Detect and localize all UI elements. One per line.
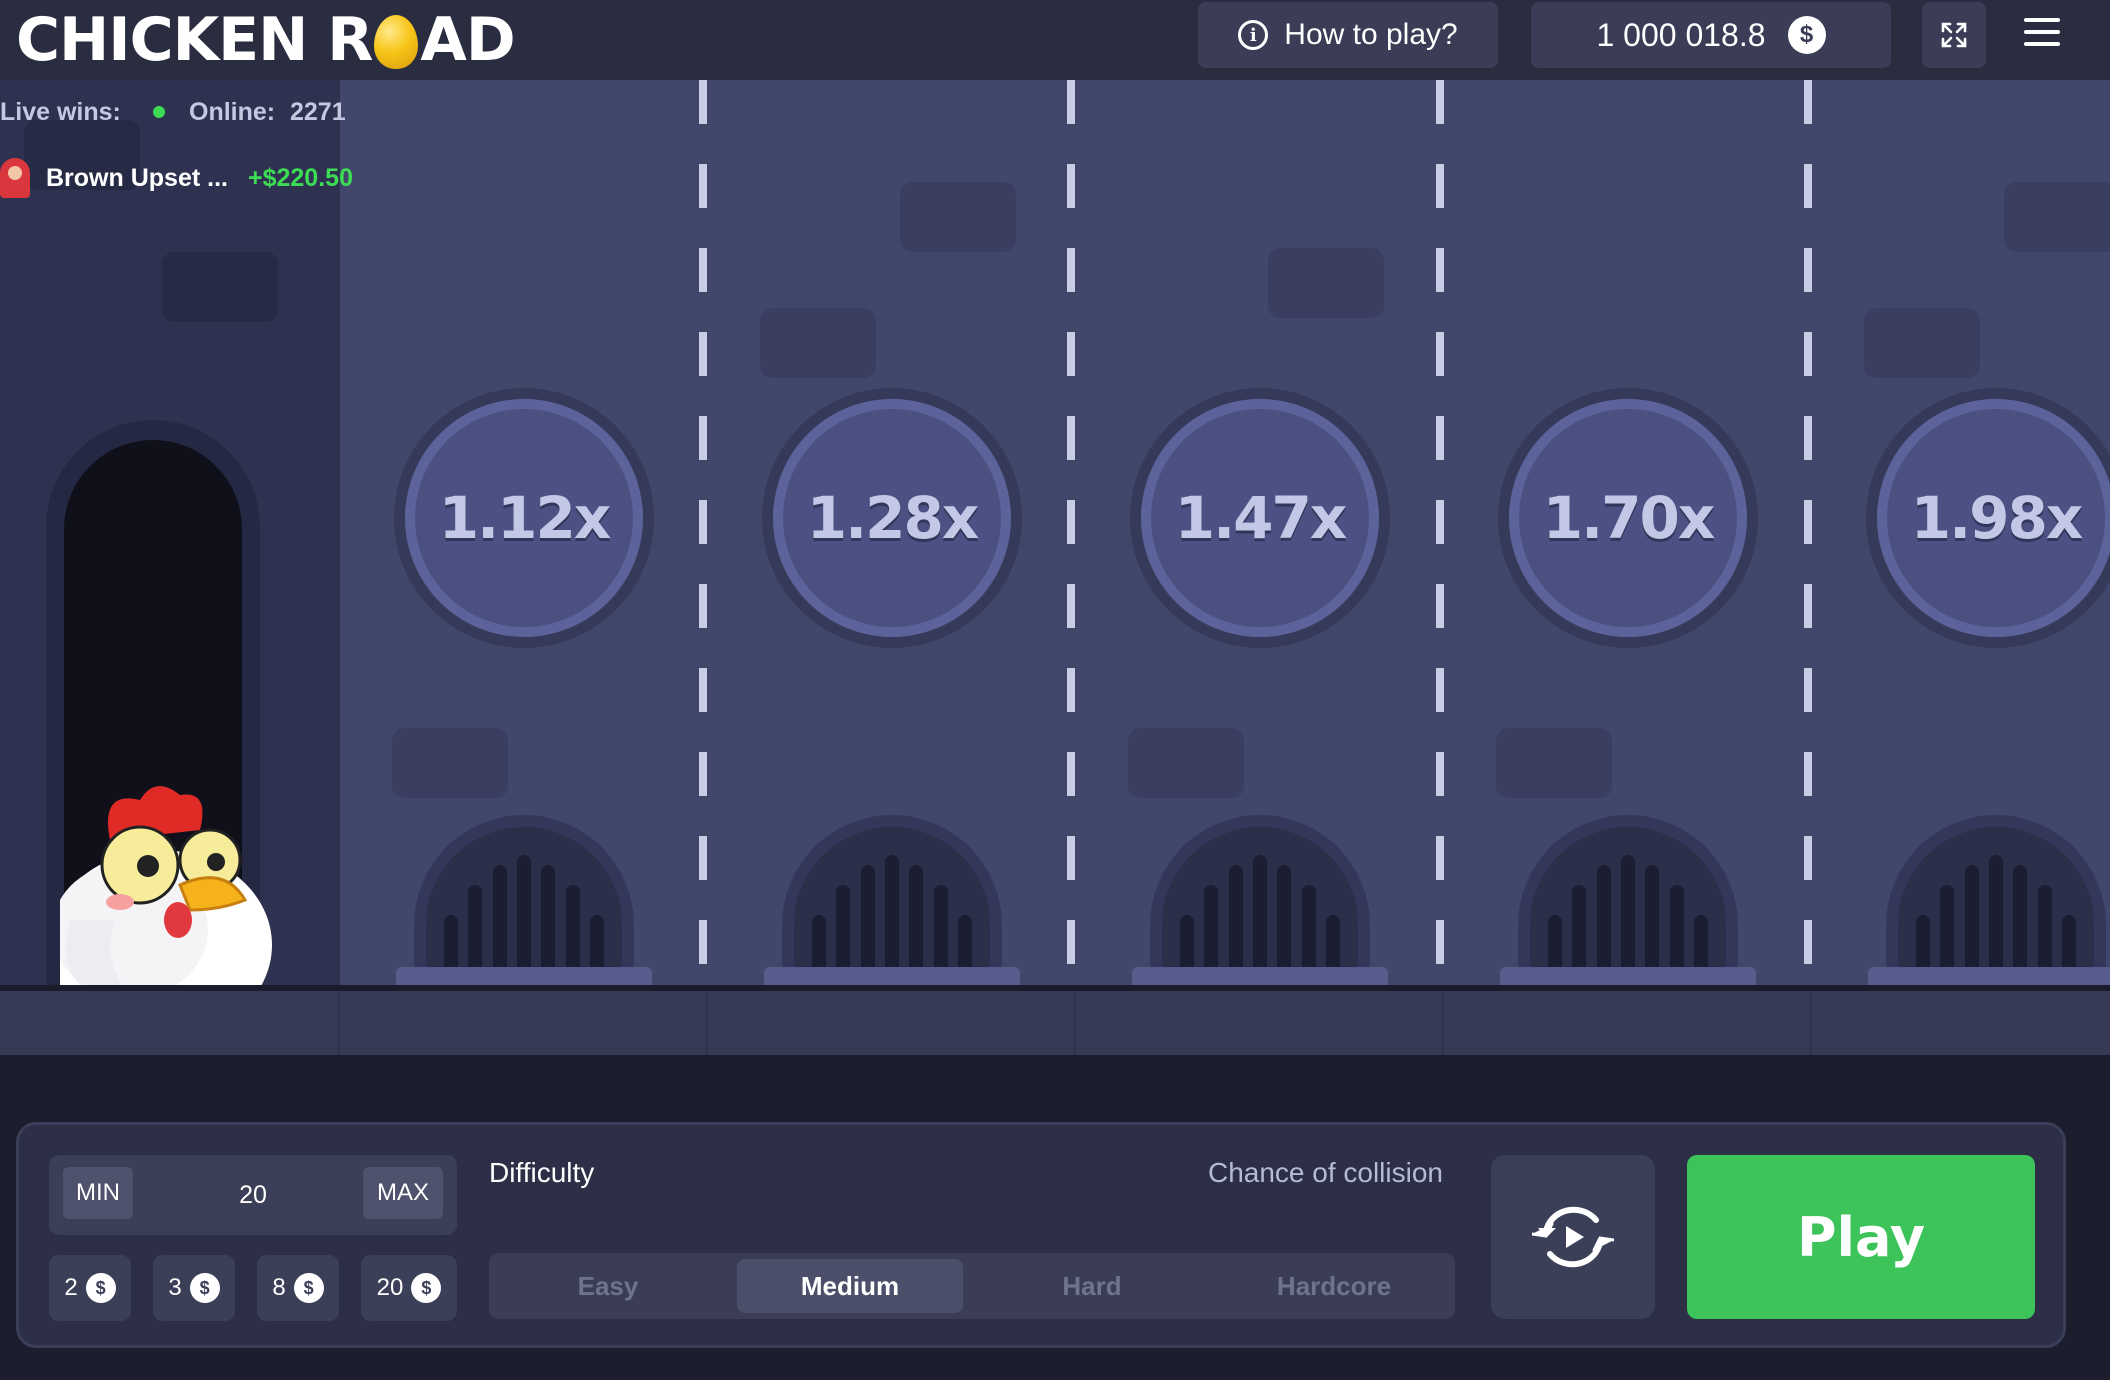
win-player-name: Brown Upset ... [46, 164, 228, 192]
lane-divider [1804, 80, 1812, 985]
lane-divider [1067, 80, 1075, 985]
info-icon: i [1238, 20, 1269, 50]
quick-bet-20[interactable]: 20 $ [361, 1255, 457, 1321]
road-edge [0, 985, 2110, 1055]
game-board: Live wins: Online: 2271 Brown Upset ... … [0, 80, 2110, 985]
balance-display: 1 000 018.8 $ [1531, 2, 1891, 68]
grate-base [1132, 967, 1388, 985]
auto-repeat-icon [1532, 1206, 1614, 1268]
multiplier-value: 1.47x [1174, 484, 1348, 552]
difficulty-label: Difficulty [489, 1157, 595, 1188]
quick-bet-value: 20 [376, 1274, 404, 1301]
multiplier-step-2[interactable]: 1.28x [762, 388, 1022, 648]
quick-bet-value: 2 [64, 1274, 78, 1301]
grate-base [396, 967, 652, 985]
fullscreen-button[interactable] [1922, 2, 1986, 68]
bet-amount-stepper: MIN 20 MAX [49, 1155, 457, 1235]
wall-brick [1496, 728, 1612, 798]
multiplier-step-1[interactable]: 1.12x [394, 388, 654, 648]
dollar-coin-icon: $ [293, 1273, 324, 1303]
quick-bet-value: 8 [272, 1274, 286, 1301]
wall-brick [1268, 248, 1384, 318]
dollar-coin-icon: $ [1787, 16, 1826, 54]
difficulty-medium[interactable]: Medium [737, 1259, 963, 1313]
grate-base [1868, 967, 2110, 985]
grate-base [1500, 967, 1756, 985]
wall-brick [1864, 308, 1980, 378]
logo-text-right: AD [420, 5, 515, 75]
multiplier-value: 1.12x [438, 484, 612, 552]
sewer-grate [414, 815, 634, 985]
bet-control-panel: MIN 20 MAX 2 $ 3 $ 8 $ 20 $ Difficulty C… [16, 1122, 2066, 1348]
lane-divider [1436, 80, 1444, 985]
sewer-grate [1886, 815, 2106, 985]
how-to-play-button[interactable]: i How to play? [1198, 2, 1498, 68]
multiplier-value: 1.70x [1542, 484, 1716, 552]
hamburger-menu-icon[interactable] [2024, 18, 2060, 46]
multiplier-step-5[interactable]: 1.98x [1866, 388, 2110, 648]
wall-brick [392, 728, 508, 798]
fullscreen-icon [1941, 22, 1967, 48]
lane-divider [699, 80, 707, 985]
online-label: Online: [189, 98, 276, 126]
multiplier-value: 1.28x [806, 484, 980, 552]
quick-bet-2[interactable]: 2 $ [49, 1255, 131, 1321]
auto-repeat-button[interactable] [1491, 1155, 1655, 1319]
difficulty-hardcore[interactable]: Hardcore [1221, 1259, 1447, 1313]
egg-icon [374, 15, 419, 69]
difficulty-easy[interactable]: Easy [495, 1259, 721, 1313]
avatar [0, 158, 30, 198]
sewer-grate [782, 815, 1002, 985]
wall-brick [162, 252, 278, 322]
bet-min-button[interactable]: MIN [63, 1167, 133, 1219]
chance-of-collision-label: Chance of collision [1207, 1157, 1443, 1188]
sewer-grate [1518, 815, 1738, 985]
bet-amount-input[interactable]: 20 [149, 1155, 357, 1235]
how-to-play-label: How to play? [1284, 18, 1458, 51]
quick-bet-3[interactable]: 3 $ [153, 1255, 235, 1321]
quick-bet-8[interactable]: 8 $ [257, 1255, 339, 1321]
bet-max-button[interactable]: MAX [363, 1167, 443, 1219]
wall-brick [760, 308, 876, 378]
wall-brick [1128, 728, 1244, 798]
quick-bet-value: 3 [168, 1274, 182, 1301]
play-button[interactable]: Play [1687, 1155, 2035, 1319]
chicken-character [60, 786, 272, 985]
online-count: 2271 [290, 98, 346, 126]
dollar-coin-icon: $ [189, 1273, 220, 1303]
logo-text-left: CHICKEN R [16, 5, 373, 75]
live-wins-label: Live wins: [0, 98, 121, 126]
dollar-coin-icon: $ [85, 1273, 116, 1303]
sewer-grate [1150, 815, 1370, 985]
wall-brick [900, 182, 1016, 252]
difficulty-hard[interactable]: Hard [979, 1259, 1205, 1313]
multiplier-step-4[interactable]: 1.70x [1498, 388, 1758, 648]
wall-brick [2004, 182, 2110, 252]
dollar-coin-icon: $ [411, 1273, 442, 1303]
top-bar: CHICKEN R AD i How to play? 1 000 018.8 … [0, 0, 2110, 80]
grate-base [764, 967, 1020, 985]
difficulty-selector: Easy Medium Hard Hardcore [489, 1253, 1455, 1319]
multiplier-step-3[interactable]: 1.47x [1130, 388, 1390, 648]
live-win-item: Brown Upset ... +$220.50 [0, 152, 353, 204]
multiplier-value: 1.98x [1910, 484, 2084, 552]
win-amount: +$220.50 [248, 164, 353, 192]
balance-amount: 1 000 018.8 [1596, 16, 1766, 53]
online-status-dot [153, 106, 165, 118]
game-logo: CHICKEN R AD [16, 4, 516, 76]
